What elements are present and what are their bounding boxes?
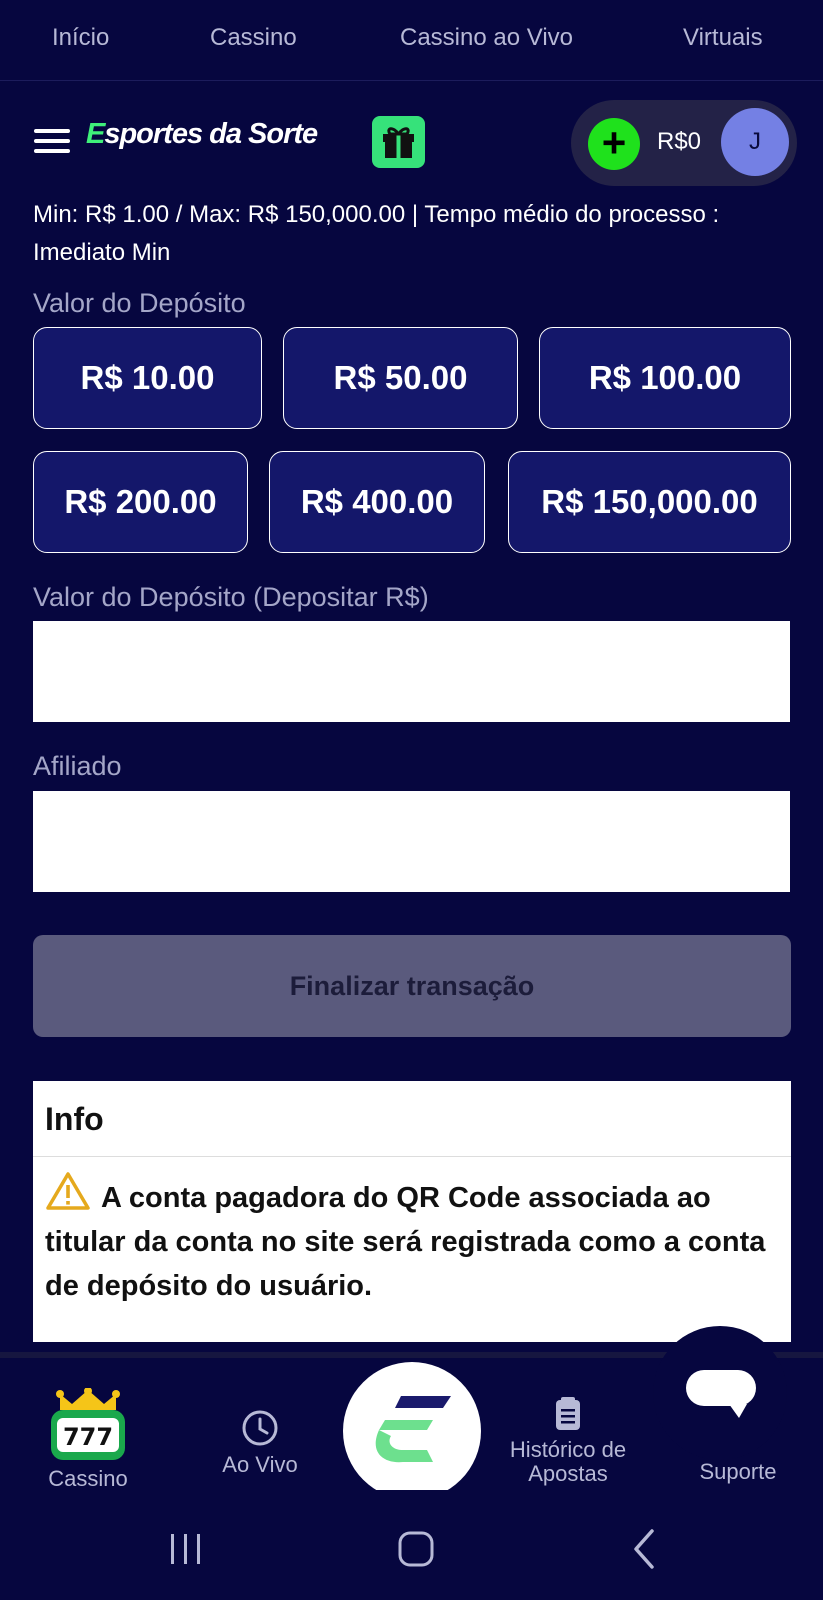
gift-icon[interactable] — [372, 116, 425, 168]
menu-icon[interactable] — [34, 129, 70, 153]
deposit-amount-input[interactable] — [33, 621, 790, 722]
avatar[interactable]: J — [721, 108, 789, 176]
svg-text:777: 777 — [63, 1423, 113, 1451]
logo[interactable]: Esportes da Sorte — [86, 118, 318, 151]
chat-bubble-icon — [686, 1370, 756, 1406]
wallet: + R$0 J — [571, 100, 797, 186]
chat-tail-icon — [729, 1404, 747, 1418]
back-icon[interactable] — [632, 1528, 656, 1570]
amount-button-100[interactable]: R$ 100.00 — [539, 327, 791, 429]
home-system-icon[interactable] — [397, 1530, 435, 1568]
amount-button-200[interactable]: R$ 200.00 — [33, 451, 248, 553]
header: Esportes da Sorte + R$0 J — [0, 100, 823, 186]
nav-inicio[interactable]: Início — [52, 24, 109, 52]
amount-button-150000[interactable]: R$ 150,000.00 — [508, 451, 791, 553]
recent-apps-icon[interactable] — [168, 1532, 204, 1566]
tab-historico-label: Histórico de Apostas — [509, 1437, 627, 1486]
tab-ao-vivo[interactable]: Ao Vivo — [208, 1408, 312, 1477]
tab-historico[interactable]: Histórico de Apostas — [498, 1395, 638, 1486]
home-logo-button[interactable] — [343, 1362, 481, 1500]
deposit-plus-button[interactable]: + — [588, 118, 640, 170]
tab-suporte-label[interactable]: Suporte — [688, 1460, 788, 1484]
support-chat-button[interactable] — [653, 1326, 787, 1460]
amount-button-400[interactable]: R$ 400.00 — [269, 451, 485, 553]
nav-cassino[interactable]: Cassino — [210, 24, 297, 52]
affiliate-input[interactable] — [33, 791, 790, 892]
amount-button-10[interactable]: R$ 10.00 — [33, 327, 262, 429]
system-nav-bar — [0, 1490, 823, 1600]
clipboard-icon — [556, 1397, 580, 1430]
amount-button-50[interactable]: R$ 50.00 — [283, 327, 518, 429]
tab-cassino-label: Cassino — [48, 1466, 128, 1491]
brand-e-icon — [375, 1396, 451, 1463]
finalize-transaction-button[interactable]: Finalizar transação — [33, 935, 791, 1037]
tab-cassino[interactable]: 777 Cassino — [40, 1387, 136, 1491]
nav-cassino-ao-vivo[interactable]: Cassino ao Vivo — [400, 24, 573, 52]
warning-icon — [46, 1172, 90, 1210]
tab-ao-vivo-label: Ao Vivo — [222, 1452, 298, 1477]
info-text: A conta pagadora do QR Code associada ao… — [45, 1182, 766, 1302]
affiliate-label: Afiliado — [33, 751, 122, 781]
info-panel: Info A conta pagadora do QR Code associa… — [33, 1081, 791, 1342]
deposit-limits: Min: R$ 1.00 / Max: R$ 150,000.00 | Temp… — [33, 201, 720, 266]
clock-icon — [242, 1410, 278, 1446]
amount-label: Valor do Depósito — [33, 288, 246, 318]
balance: R$0 — [657, 128, 702, 155]
info-title: Info — [33, 1081, 791, 1157]
slot-777-icon: 777 — [51, 1387, 125, 1460]
nav-virtuais[interactable]: Virtuais — [683, 24, 763, 52]
info-body: A conta pagadora do QR Code associada ao… — [33, 1157, 791, 1322]
deposit-input-label: Valor do Depósito (Depositar R$) — [33, 582, 429, 612]
top-nav: Início Cassino Cassino ao Vivo Virtuais — [0, 0, 823, 81]
